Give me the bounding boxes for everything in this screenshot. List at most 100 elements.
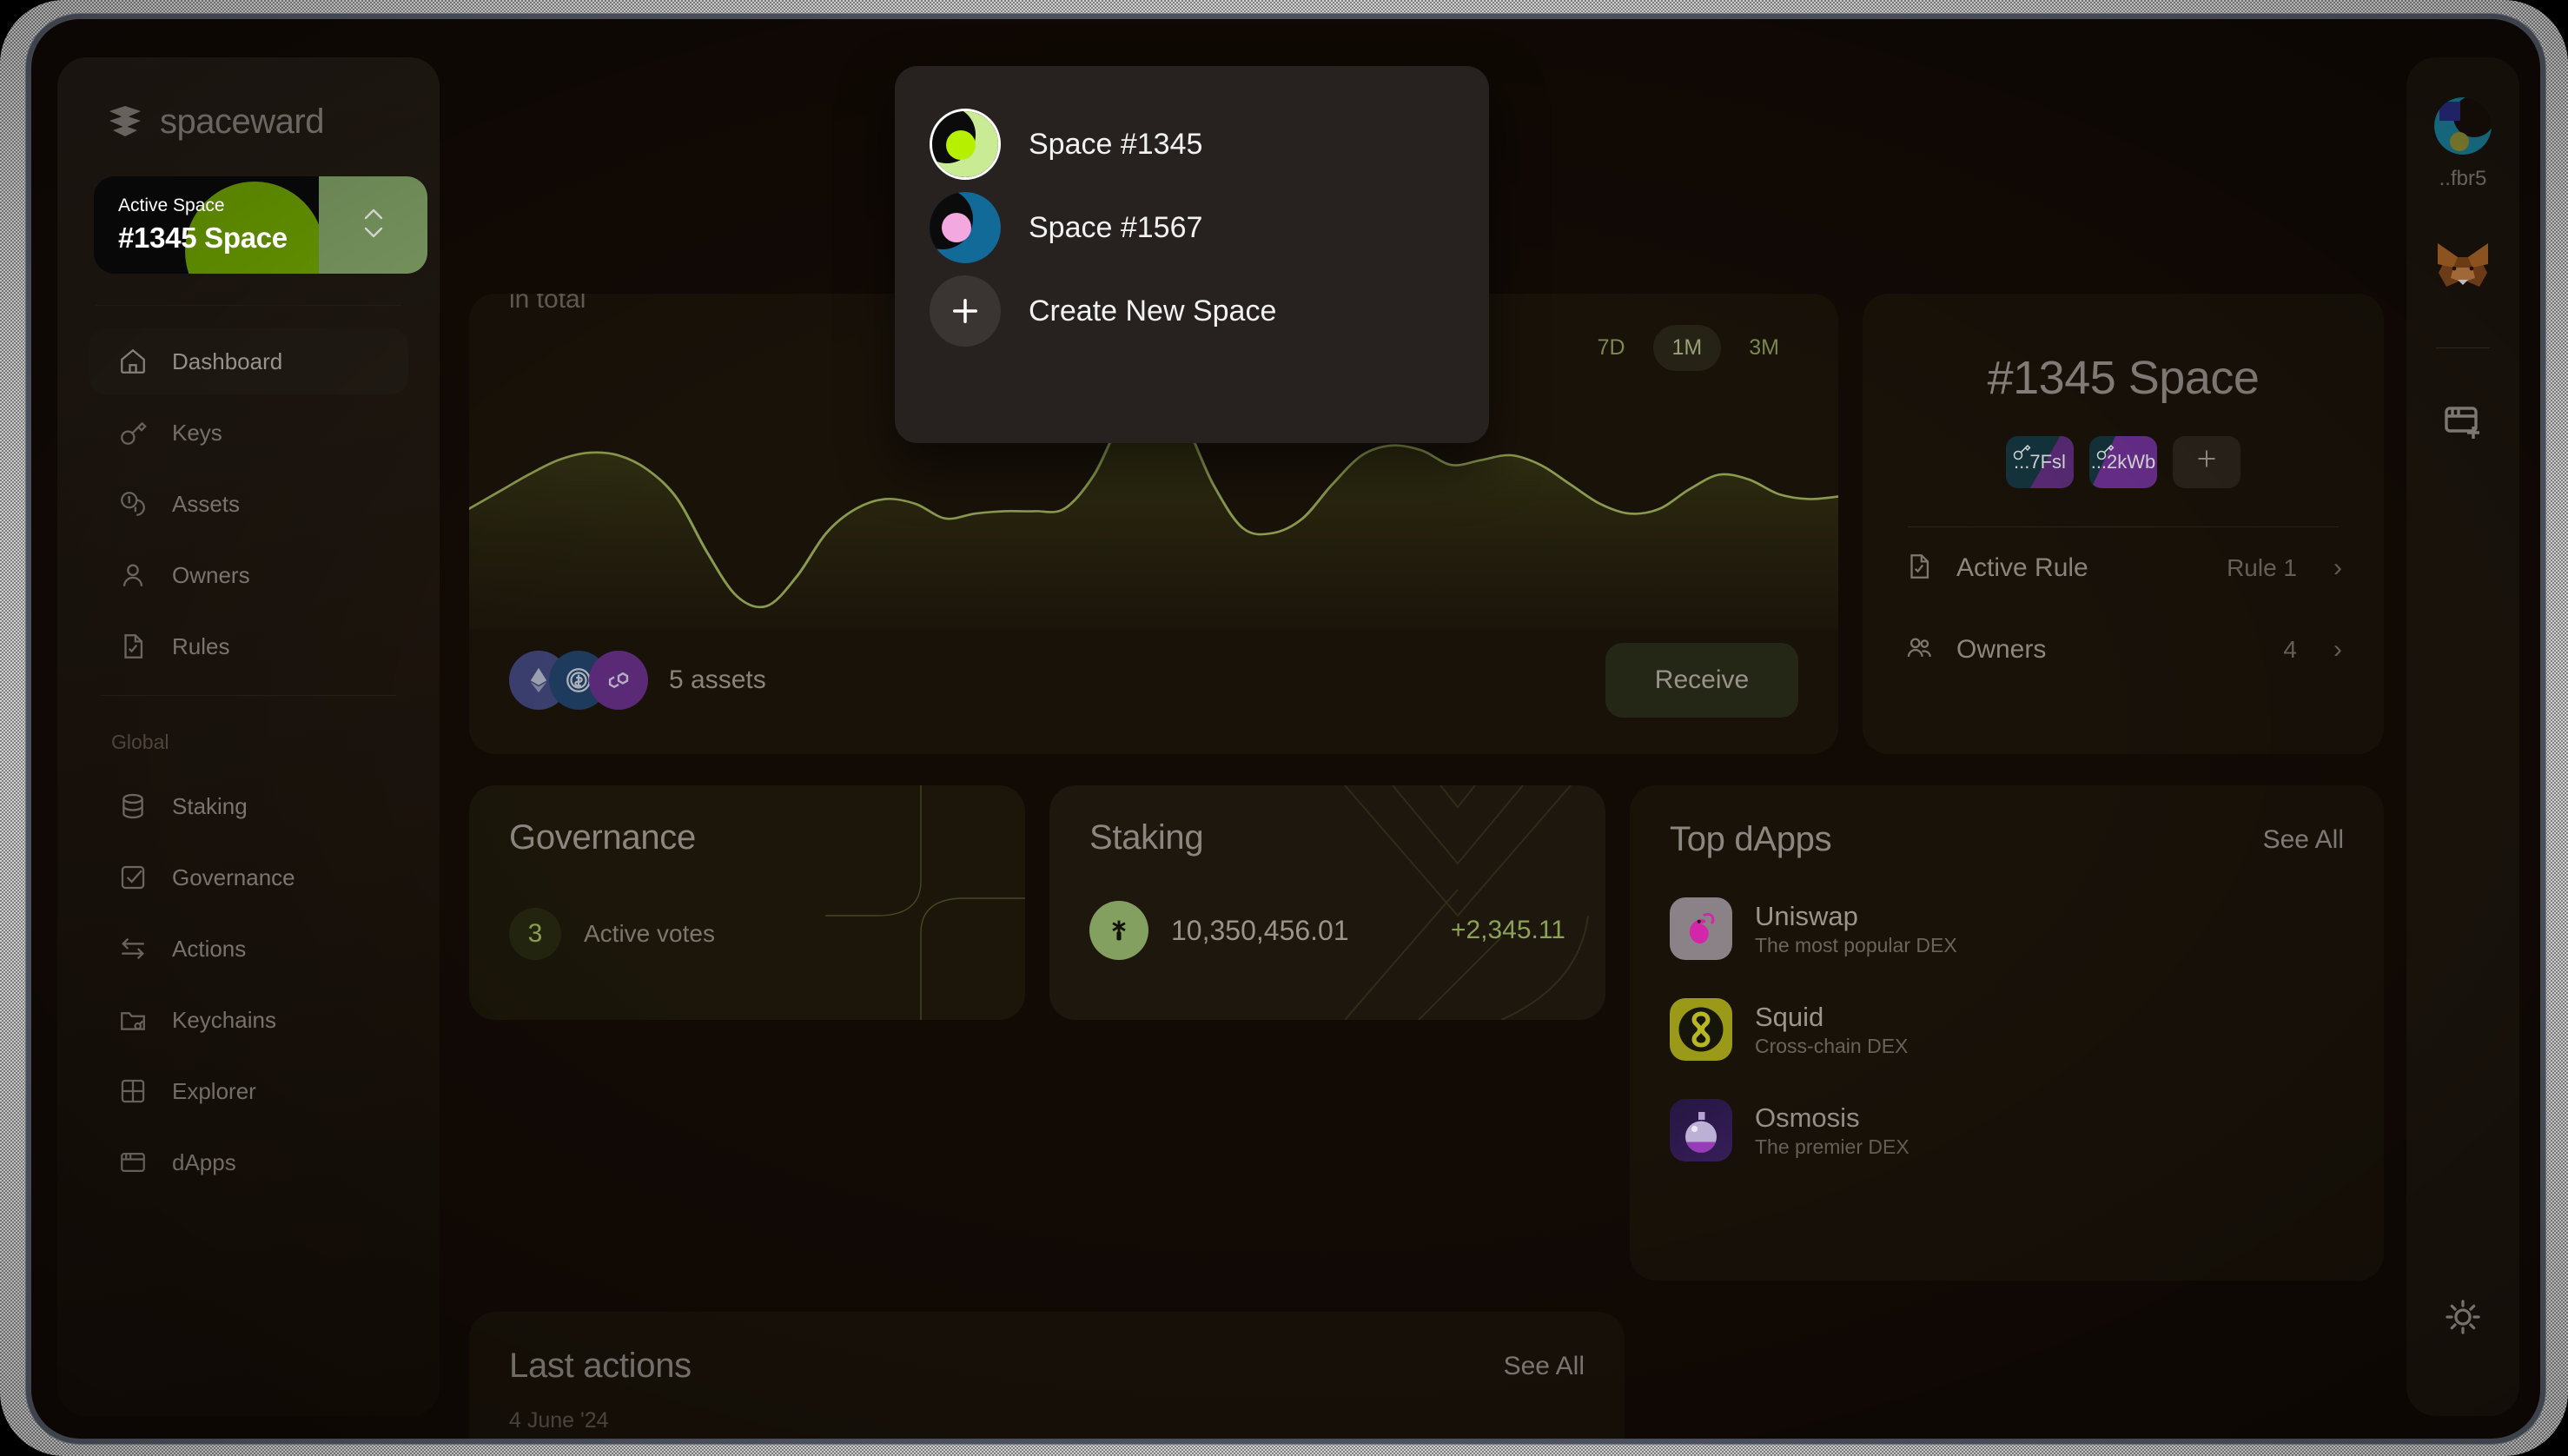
- key-chip-label: ...7Fsl: [2014, 451, 2066, 473]
- sidebar-item-keys[interactable]: Keys: [89, 400, 408, 466]
- last-actions-title: Last actions: [509, 1347, 692, 1385]
- active-space-switcher[interactable]: Active Space #1345 Space: [94, 176, 427, 274]
- dapp-name: Uniswap: [1755, 901, 1858, 932]
- range-pill-3m[interactable]: 3M: [1730, 325, 1798, 371]
- dropdown-item-space-1567[interactable]: Space #1567: [930, 186, 1454, 269]
- key-chip[interactable]: ...2kWb: [2089, 436, 2157, 488]
- dapp-list-item[interactable]: Squid Cross-chain DEX: [1670, 998, 2344, 1061]
- governance-card[interactable]: Governance 3 Active votes: [469, 785, 1025, 1020]
- staking-decor-lines: [1344, 785, 1589, 1020]
- active-space-labels: Active Space #1345 Space: [94, 195, 288, 254]
- space-owners-row[interactable]: Owners 4 ›: [1904, 609, 2342, 691]
- sidebar-global-nav: Staking Governance Actions Keychains Exp…: [82, 773, 415, 1195]
- sidebar-item-actions[interactable]: Actions: [89, 916, 408, 982]
- spaceward-chevrons-logo-icon: [106, 103, 144, 142]
- osmosis-icon: [1670, 1099, 1732, 1161]
- top-dapps-see-all-link[interactable]: See All: [2263, 825, 2344, 855]
- staking-card[interactable]: Staking 10,350,456.01 +2,345.11: [1049, 785, 1605, 1020]
- range-pill-1m[interactable]: 1M: [1652, 325, 1722, 371]
- dapp-text: Squid Cross-chain DEX: [1755, 1001, 1908, 1058]
- sidebar-item-rules[interactable]: Rules: [89, 613, 408, 679]
- space-1567-avatar-icon: [930, 192, 1001, 263]
- browser-window-icon: [116, 1146, 149, 1179]
- space-owners-value: 4: [2283, 636, 2297, 663]
- top-dapps-card: Top dApps See All Uniswap The most popul…: [1630, 785, 2384, 1281]
- receive-button[interactable]: Receive: [1605, 643, 1798, 718]
- sidebar-item-dapps[interactable]: dApps: [89, 1129, 408, 1195]
- sidebar-item-keychains[interactable]: Keychains: [89, 987, 408, 1053]
- dapp-list-item[interactable]: Osmosis The premier DEX: [1670, 1099, 2344, 1161]
- governance-count-badge: 3: [509, 908, 561, 960]
- governance-votes-label: Active votes: [584, 920, 715, 947]
- checkbox-checked-icon: [116, 861, 149, 894]
- document-check-icon: [116, 630, 149, 663]
- coins-icon: [116, 487, 149, 520]
- governance-decor-lines: [825, 785, 1025, 1020]
- folder-key-icon: [116, 1003, 149, 1036]
- sidebar-item-label: Owners: [172, 561, 250, 588]
- space-switch-toggle[interactable]: [319, 176, 427, 274]
- brand-name: spaceward: [160, 103, 324, 141]
- sidebar-item-governance[interactable]: Governance: [89, 844, 408, 910]
- chevron-up-down-icon: [358, 199, 389, 252]
- key-icon: [116, 416, 149, 449]
- dropdown-item-space-1345[interactable]: Space #1345: [930, 103, 1454, 186]
- add-browser-window-icon[interactable]: [2439, 397, 2487, 446]
- sidebar-item-label: dApps: [172, 1148, 236, 1175]
- balance-footer: 5 assets Receive: [509, 643, 1798, 718]
- mid-row: Governance 3 Active votes Staking 10,350…: [469, 785, 2384, 1281]
- asset-icon-stack: [509, 651, 648, 710]
- sidebar-item-assets[interactable]: Assets: [89, 471, 408, 537]
- active-space-value: #1345 Space: [118, 221, 288, 254]
- sidebar-divider-global: [101, 695, 396, 696]
- account-blockie-avatar-icon[interactable]: [2434, 97, 2492, 155]
- sidebar-group-label-global: Global: [111, 731, 169, 753]
- key-chip[interactable]: ...7Fsl: [2006, 436, 2074, 488]
- app-root: spaceward Active Space #1345 Space Dashb…: [31, 19, 2540, 1439]
- top-dapps-header: Top dApps See All: [1670, 820, 2344, 859]
- database-icon: [116, 790, 149, 823]
- sidebar-item-owners[interactable]: Owners: [89, 542, 408, 608]
- add-key-chip-button[interactable]: [2173, 436, 2240, 488]
- uniswap-icon: [1670, 897, 1732, 960]
- grid-icon: [116, 1075, 149, 1108]
- sidebar-item-label: Keychains: [172, 1006, 276, 1033]
- ward-token-icon: [1089, 901, 1148, 960]
- sidebar-item-label: Governance: [172, 864, 295, 890]
- last-actions-header: Last actions See All: [509, 1347, 1585, 1386]
- sidebar-item-label: Staking: [172, 792, 248, 819]
- metamask-fox-icon[interactable]: [2434, 240, 2492, 294]
- space-info-card: #1345 Space ...7Fsl ...2kWb Active Rule …: [1863, 294, 2384, 754]
- dropdown-item-label: Space #1567: [1029, 210, 1203, 244]
- squid-icon: [1670, 998, 1732, 1061]
- space-1345-avatar-icon: [930, 109, 1001, 180]
- device-bezel: spaceward Active Space #1345 Space Dashb…: [26, 14, 2545, 1444]
- polygon-icon: [589, 651, 648, 710]
- last-actions-see-all-link[interactable]: See All: [1504, 1352, 1585, 1381]
- last-actions-date: 4 June '24: [509, 1408, 609, 1433]
- dapp-text: Uniswap The most popular DEX: [1755, 900, 1957, 957]
- sidebar-item-label: Assets: [172, 490, 241, 517]
- plus-icon: [2194, 446, 2220, 480]
- space-title: #1345 Space: [1987, 352, 2260, 404]
- sidebar-item-explorer[interactable]: Explorer: [89, 1058, 408, 1124]
- users-icon: [1904, 633, 1934, 667]
- sidebar-item-dashboard[interactable]: Dashboard: [89, 328, 408, 394]
- sidebar-item-label: Dashboard: [172, 347, 283, 374]
- space-switcher-dropdown: Space #1345 Space #1567 Create New Space: [895, 66, 1489, 443]
- dapp-list-item[interactable]: Uniswap The most popular DEX: [1670, 897, 2344, 960]
- main-content: in total 7D 1M 3M 5 assets Receive #1345…: [440, 19, 2406, 1439]
- dropdown-item-create-new-space[interactable]: Create New Space: [930, 269, 1454, 353]
- sidebar-item-staking[interactable]: Staking: [89, 773, 408, 839]
- sidebar-item-label: Keys: [172, 419, 222, 446]
- space-active-rule-row[interactable]: Active Rule Rule 1 ›: [1904, 527, 2342, 609]
- arrows-exchange-icon: [116, 932, 149, 965]
- assets-count-label: 5 assets: [669, 665, 766, 694]
- document-check-icon: [1904, 552, 1934, 586]
- sun-icon[interactable]: [2439, 1293, 2487, 1341]
- sidebar-item-label: Explorer: [172, 1077, 256, 1104]
- space-active-rule-label: Active Rule: [1956, 553, 2088, 582]
- range-pill-7d[interactable]: 7D: [1579, 325, 1645, 371]
- dapp-description: The premier DEX: [1755, 1135, 1909, 1158]
- balance-in-total-label: in total: [509, 294, 586, 314]
